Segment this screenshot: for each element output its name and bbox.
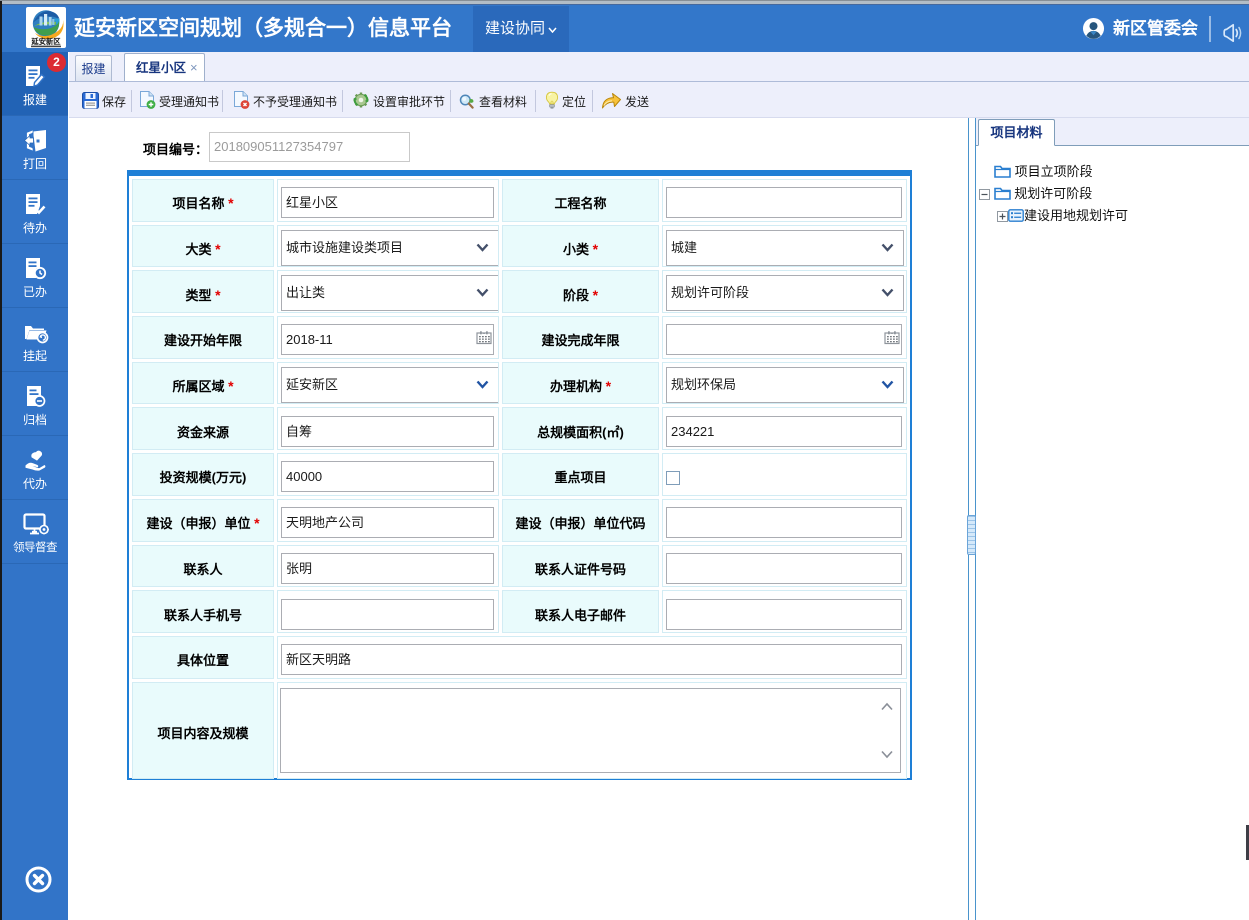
- svg-text:延安新区: 延安新区: [30, 37, 61, 46]
